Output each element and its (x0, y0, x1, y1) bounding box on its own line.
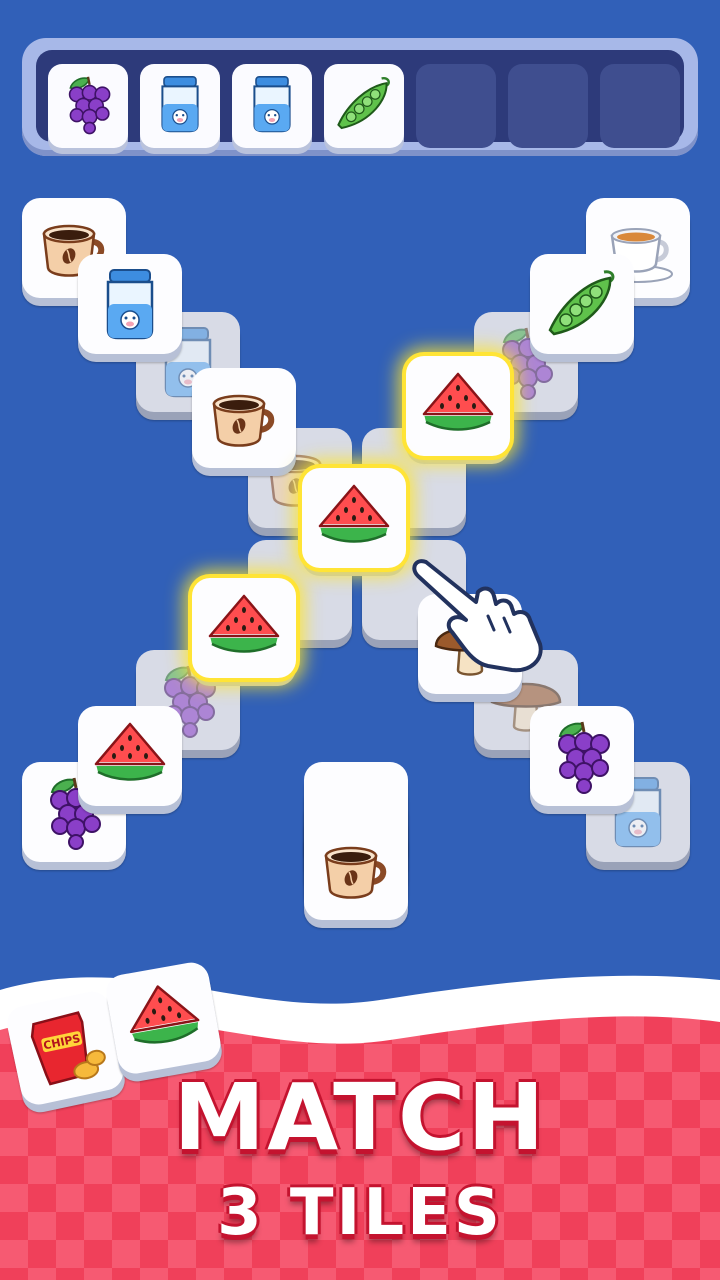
coffee-cup-icon (204, 378, 284, 458)
tile-watermelon-highlight-3[interactable] (192, 578, 296, 686)
watermelon-icon (418, 366, 498, 446)
tile-milk[interactable] (78, 254, 182, 362)
pointing-hand-icon (412, 559, 543, 673)
tray-slot-7 (600, 64, 680, 148)
tray-slot-2 (140, 64, 220, 148)
coffee-cup-icon (316, 830, 396, 910)
tray-slot-6 (508, 64, 588, 148)
milk-jar-icon (240, 72, 304, 136)
grapes-icon (56, 72, 120, 136)
milk-jar-icon (90, 264, 170, 344)
tile-watermelon-highlight-1[interactable] (406, 356, 510, 464)
tile-watermelon-highlight-2[interactable] (302, 468, 406, 576)
watermelon-icon (314, 478, 394, 558)
watermelon-icon (117, 972, 210, 1065)
tray-slot-1 (48, 64, 128, 148)
tile-coffee-stack[interactable] (304, 820, 408, 928)
tray-inner (36, 50, 684, 148)
peas-icon (332, 72, 396, 136)
watermelon-icon (90, 716, 170, 796)
subline-text: 3 TILES (217, 1176, 503, 1250)
game-board: CHIPS MATCH 3 TILES (0, 0, 720, 1280)
tray-slot-5 (416, 64, 496, 148)
tile-peas[interactable] (530, 254, 634, 362)
watermelon-icon (204, 588, 284, 668)
tile-watermelon-left[interactable] (78, 706, 182, 814)
grapes-icon (542, 716, 622, 796)
headline-text: MATCH (173, 1064, 547, 1171)
tray-slot-4 (324, 64, 404, 148)
tile-grapes-right[interactable] (530, 706, 634, 814)
tile-tray (22, 38, 698, 156)
milk-jar-icon (148, 72, 212, 136)
peas-icon (542, 264, 622, 344)
tile-coffee-2[interactable] (192, 368, 296, 476)
tray-slot-3 (232, 64, 312, 148)
